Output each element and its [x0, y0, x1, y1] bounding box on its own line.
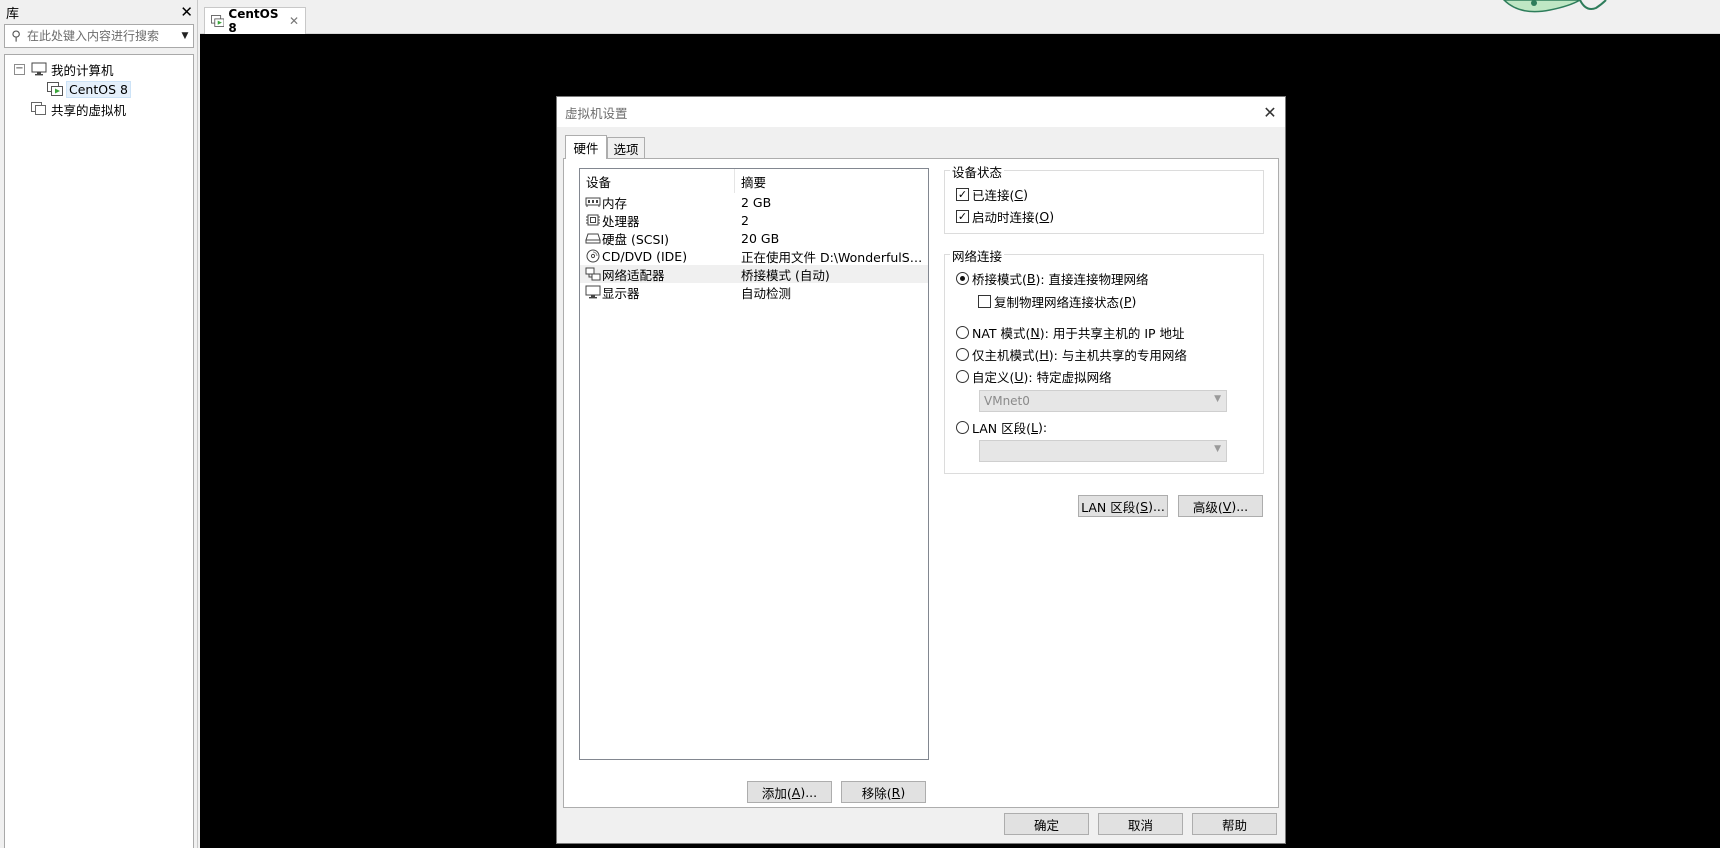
column-header-device[interactable]: 设备: [580, 169, 735, 193]
search-icon: ⚲: [11, 28, 21, 44]
collapse-icon[interactable]: −: [14, 63, 25, 75]
help-button[interactable]: 帮助: [1192, 813, 1277, 835]
tree-item-label: 共享的虚拟机: [51, 102, 127, 118]
library-search[interactable]: ⚲ ▼: [4, 24, 194, 48]
tree-item-shared-vms[interactable]: 共享的虚拟机: [5, 99, 193, 119]
radio-button[interactable]: [956, 370, 969, 383]
library-panel: 库 ✕ ⚲ ▼ − 我的计算机 CentOS 8: [0, 0, 198, 848]
memory-icon: [585, 197, 601, 207]
ok-button[interactable]: 确定: [1004, 813, 1089, 835]
tree-item-label: CentOS 8: [66, 80, 131, 98]
cancel-button[interactable]: 取消: [1098, 813, 1183, 835]
vm-icon: [211, 15, 225, 27]
lan-segments-button[interactable]: LAN 区段(S)...: [1078, 495, 1168, 517]
network-connection-group: 网络连接 桥接模式(B): 直接连接物理网络 复制物理网络连接状态(P) NAT…: [944, 246, 1264, 474]
network-adapter-icon: [585, 267, 601, 281]
library-tree: − 我的计算机 CentOS 8 共享的虚拟机: [4, 54, 194, 848]
hard-disk-icon: [585, 233, 601, 244]
connected-checkbox[interactable]: ✓ 已连接(C): [956, 185, 1028, 204]
processor-icon: [586, 214, 600, 226]
lan-segment-radio[interactable]: LAN 区段(L):: [956, 418, 1047, 437]
close-tab-icon[interactable]: ✕: [289, 14, 299, 28]
tree-item-my-computer[interactable]: − 我的计算机: [5, 59, 193, 79]
device-list-header: 设备 摘要: [580, 169, 928, 193]
custom-radio[interactable]: 自定义(U): 特定虚拟网络: [956, 367, 1112, 386]
radio-button[interactable]: [956, 348, 969, 361]
tab-hardware[interactable]: 硬件: [565, 135, 607, 159]
search-input[interactable]: [27, 29, 177, 43]
device-row-memory[interactable]: 内存 2 GB: [580, 193, 928, 211]
dialog-titlebar: 虚拟机设置 ✕: [557, 97, 1285, 127]
device-status-group: 设备状态 ✓ 已连接(C) ✓ 启动时连接(O): [944, 162, 1264, 234]
column-header-summary[interactable]: 摘要: [735, 172, 766, 191]
close-icon[interactable]: ✕: [180, 4, 193, 20]
tree-item-label: 我的计算机: [51, 62, 114, 78]
nat-radio[interactable]: NAT 模式(N): 用于共享主机的 IP 地址: [956, 323, 1185, 342]
dialog-title: 虚拟机设置: [565, 105, 628, 121]
display-icon: [585, 285, 601, 299]
chevron-down-icon: ▼: [1214, 444, 1221, 454]
computer-icon: [31, 62, 47, 76]
device-list[interactable]: 设备 摘要 内存 2 GB 处理器 2 硬盘 (SCSI) 20 GB CD/D…: [579, 168, 929, 760]
vm-icon: [47, 82, 63, 96]
library-header: 库 ✕: [0, 0, 197, 24]
device-row-cd-dvd[interactable]: CD/DVD (IDE) 正在使用文件 D:\WonderfulSof...: [580, 247, 928, 265]
remove-device-button[interactable]: 移除(R): [841, 781, 926, 803]
library-title: 库: [6, 6, 20, 22]
checkbox-box[interactable]: [978, 295, 991, 308]
close-icon[interactable]: ✕: [1255, 103, 1285, 122]
group-legend: 设备状态: [950, 162, 1005, 181]
checkbox-box[interactable]: ✓: [956, 210, 969, 223]
add-device-button[interactable]: 添加(A)...: [747, 781, 832, 803]
hardware-panel: 设备 摘要 内存 2 GB 处理器 2 硬盘 (SCSI) 20 GB CD/D…: [563, 158, 1279, 808]
vm-settings-dialog: 虚拟机设置 ✕ 硬件 选项 设备 摘要 内存 2 GB 处理器 2 硬盘 (SC…: [556, 96, 1286, 844]
custom-network-select[interactable]: VMnet0 ▼: [979, 390, 1227, 412]
radio-button[interactable]: [956, 272, 969, 285]
bridged-radio[interactable]: 桥接模式(B): 直接连接物理网络: [956, 269, 1149, 288]
radio-button[interactable]: [956, 326, 969, 339]
tab-label: CentOS 8: [228, 7, 279, 35]
chevron-down-icon: ▼: [1214, 394, 1221, 404]
replicate-state-checkbox[interactable]: 复制物理网络连接状态(P): [978, 292, 1136, 311]
tab-centos-8[interactable]: CentOS 8 ✕: [204, 7, 306, 35]
host-only-radio[interactable]: 仅主机模式(H): 与主机共享的专用网络: [956, 345, 1187, 364]
device-row-hard-disk[interactable]: 硬盘 (SCSI) 20 GB: [580, 229, 928, 247]
tab-options[interactable]: 选项: [607, 137, 645, 159]
mascot-decoration-icon: [1502, 0, 1607, 13]
lan-segment-select[interactable]: ▼: [979, 440, 1227, 462]
device-row-processor[interactable]: 处理器 2: [580, 211, 928, 229]
connect-at-power-on-checkbox[interactable]: ✓ 启动时连接(O): [956, 207, 1054, 226]
advanced-button[interactable]: 高级(V)...: [1178, 495, 1263, 517]
group-legend: 网络连接: [950, 246, 1005, 265]
shared-vms-icon: [31, 102, 46, 115]
device-row-display[interactable]: 显示器 自动检测: [580, 283, 928, 301]
vm-tab-strip: CentOS 8 ✕: [200, 0, 1720, 35]
cd-dvd-icon: [586, 249, 600, 263]
radio-button[interactable]: [956, 421, 969, 434]
device-row-network-adapter[interactable]: 网络适配器 桥接模式 (自动): [580, 265, 928, 283]
checkbox-box[interactable]: ✓: [956, 188, 969, 201]
tree-item-vm[interactable]: CentOS 8: [5, 79, 193, 99]
chevron-down-icon[interactable]: ▼: [177, 31, 193, 41]
